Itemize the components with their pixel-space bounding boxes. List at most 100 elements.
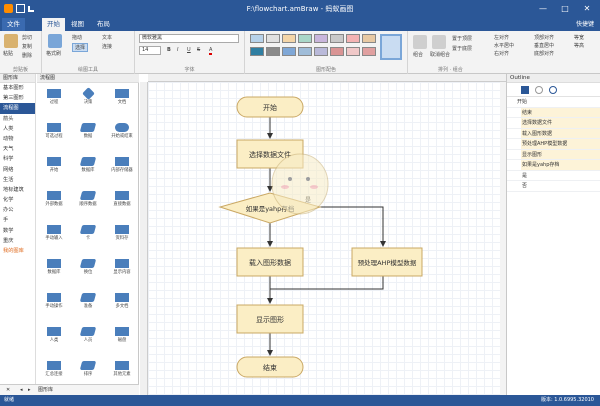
node-load[interactable]: 载入图形数据 bbox=[236, 247, 304, 277]
shape-library-tab[interactable]: 图形库 bbox=[38, 385, 53, 395]
category-item[interactable]: 生活 bbox=[0, 175, 35, 185]
style-swatch[interactable] bbox=[330, 34, 344, 43]
shape-item[interactable]: 外部数据 bbox=[37, 188, 71, 214]
category-item[interactable]: 数学 bbox=[0, 226, 35, 236]
shape-item[interactable]: 显示内容 bbox=[105, 256, 139, 282]
outline-item[interactable]: 显示图形 bbox=[507, 149, 600, 160]
outline-item[interactable]: 是 bbox=[507, 171, 600, 181]
category-item[interactable]: 手 bbox=[0, 215, 35, 225]
style-swatch[interactable] bbox=[298, 34, 312, 43]
delete-button[interactable]: 删除 bbox=[22, 52, 32, 59]
shape-item[interactable]: 其他元素 bbox=[105, 358, 139, 384]
tab-next-icon[interactable]: ▸ bbox=[28, 385, 31, 395]
outline-item[interactable]: 预处理AHP模型数据 bbox=[507, 139, 600, 150]
category-item[interactable]: 地标建筑 bbox=[0, 185, 35, 195]
shape-item[interactable]: 多文档 bbox=[105, 290, 139, 316]
shape-item[interactable]: 决策 bbox=[71, 86, 105, 112]
tab-start[interactable]: 开始 bbox=[42, 18, 65, 31]
outline-item[interactable]: 选择数据文件 bbox=[507, 118, 600, 129]
shape-item[interactable]: 人类 bbox=[37, 324, 71, 350]
category-item[interactable]: 网络 bbox=[0, 165, 35, 175]
share-icon[interactable] bbox=[535, 86, 543, 94]
node-show[interactable]: 显示图形 bbox=[236, 304, 304, 334]
align-center-button[interactable]: 水平居中 bbox=[494, 42, 514, 49]
font-color-button[interactable]: A bbox=[209, 47, 213, 55]
category-item[interactable]: 第三图形 bbox=[0, 93, 35, 103]
align-bottom-button[interactable]: 底部对齐 bbox=[534, 50, 554, 57]
paste-icon[interactable] bbox=[4, 34, 18, 48]
refresh-icon[interactable] bbox=[549, 86, 557, 94]
shape-item[interactable]: 可选过程 bbox=[37, 120, 71, 146]
shape-item[interactable]: 顺序数据 bbox=[71, 188, 105, 214]
style-swatch[interactable] bbox=[314, 47, 328, 56]
style-swatch[interactable] bbox=[346, 34, 360, 43]
underline-button[interactable]: U bbox=[187, 47, 191, 53]
shortcut-keys-button[interactable]: 快捷键 bbox=[576, 18, 594, 31]
shape-item[interactable]: 内部存储器 bbox=[105, 154, 139, 180]
node-end[interactable]: 结束 bbox=[236, 356, 304, 378]
shape-item[interactable]: 人员 bbox=[71, 324, 105, 350]
style-swatch[interactable] bbox=[250, 34, 264, 43]
font-family-select[interactable]: 微软雅黑 bbox=[139, 34, 239, 43]
category-item[interactable]: 箭头 bbox=[0, 114, 35, 124]
text-tool-button[interactable]: 文本 bbox=[102, 34, 112, 41]
shape-item[interactable]: 直接数据 bbox=[105, 188, 139, 214]
category-item[interactable]: 人类 bbox=[0, 124, 35, 134]
shape-item[interactable]: 开始或结束 bbox=[105, 120, 139, 146]
maximize-button[interactable]: □ bbox=[554, 2, 576, 16]
outline-item[interactable]: 结束 bbox=[507, 107, 600, 118]
shape-item[interactable]: 排序 bbox=[71, 358, 105, 384]
shape-item[interactable]: 开始 bbox=[37, 154, 71, 180]
style-swatch[interactable] bbox=[314, 34, 328, 43]
tab-layout[interactable]: 布局 bbox=[92, 18, 115, 31]
category-item[interactable]: 科学 bbox=[0, 154, 35, 164]
category-item[interactable]: 动物 bbox=[0, 134, 35, 144]
close-icon[interactable]: ✕ bbox=[6, 385, 10, 395]
copy-button[interactable]: 复制 bbox=[22, 43, 32, 50]
send-back-button[interactable]: 置于底层 bbox=[452, 45, 472, 52]
connect-tool-button[interactable]: 连接 bbox=[102, 43, 112, 50]
font-size-select[interactable]: 14 bbox=[139, 46, 161, 55]
category-item[interactable]: 办公 bbox=[0, 205, 35, 215]
align-left-button[interactable]: 左对齐 bbox=[494, 34, 509, 41]
shape-item[interactable]: 准备 bbox=[71, 290, 105, 316]
style-swatch[interactable] bbox=[362, 34, 376, 43]
minimize-button[interactable]: — bbox=[532, 2, 554, 16]
same-width-button[interactable]: 等宽 bbox=[574, 34, 584, 41]
category-item[interactable]: 化学 bbox=[0, 195, 35, 205]
pan-button[interactable]: 拖动 bbox=[72, 34, 82, 41]
align-top-button[interactable]: 顶部对齐 bbox=[534, 34, 554, 41]
group-button[interactable]: 组合 bbox=[413, 51, 423, 58]
style-swatch[interactable] bbox=[330, 47, 344, 56]
shape-item[interactable]: 文档 bbox=[105, 86, 139, 112]
tab-view[interactable]: 视图 bbox=[66, 18, 89, 31]
bold-button[interactable]: B bbox=[167, 47, 171, 53]
shape-item[interactable]: 数据 bbox=[71, 120, 105, 146]
shape-item[interactable]: 数据库 bbox=[37, 256, 71, 282]
drawing-canvas[interactable]: 开始 选择数据文件 如果是yahp存档 是 载入图形数据 预处理AHP模型数据 … bbox=[140, 74, 506, 395]
shape-item[interactable]: 换位 bbox=[71, 256, 105, 282]
format-painter-icon[interactable] bbox=[48, 34, 62, 48]
edge-decision-preprocess[interactable] bbox=[320, 206, 386, 247]
style-swatch[interactable] bbox=[346, 47, 360, 56]
paste-button[interactable]: 粘贴 bbox=[3, 50, 13, 57]
cut-button[interactable]: 剪切 bbox=[22, 34, 32, 41]
shape-item[interactable]: 汇总连接 bbox=[37, 358, 71, 384]
outline-item[interactable]: 载入图形数据 bbox=[507, 128, 600, 139]
outline-item[interactable]: 否 bbox=[507, 181, 600, 192]
align-middle-button[interactable]: 垂直居中 bbox=[534, 42, 554, 49]
node-start[interactable]: 开始 bbox=[236, 96, 304, 118]
ungroup-button[interactable]: 取消组合 bbox=[430, 51, 450, 58]
category-item[interactable]: 天气 bbox=[0, 144, 35, 154]
close-button[interactable]: ✕ bbox=[576, 2, 598, 16]
tab-prev-icon[interactable]: ◂ bbox=[20, 385, 23, 395]
strikethrough-button[interactable]: S bbox=[197, 47, 200, 53]
style-swatch[interactable] bbox=[250, 47, 264, 56]
style-swatch[interactable] bbox=[266, 47, 280, 56]
outline-item[interactable]: 如果是yahp存档 bbox=[507, 160, 600, 171]
node-preprocess[interactable]: 预处理AHP模型数据 bbox=[351, 247, 423, 277]
shape-item[interactable]: 磁盘 bbox=[105, 324, 139, 350]
edge-preprocess-show[interactable] bbox=[270, 276, 384, 290]
file-menu[interactable]: 文件 bbox=[2, 18, 25, 31]
bring-front-button[interactable]: 置于顶层 bbox=[452, 35, 472, 42]
